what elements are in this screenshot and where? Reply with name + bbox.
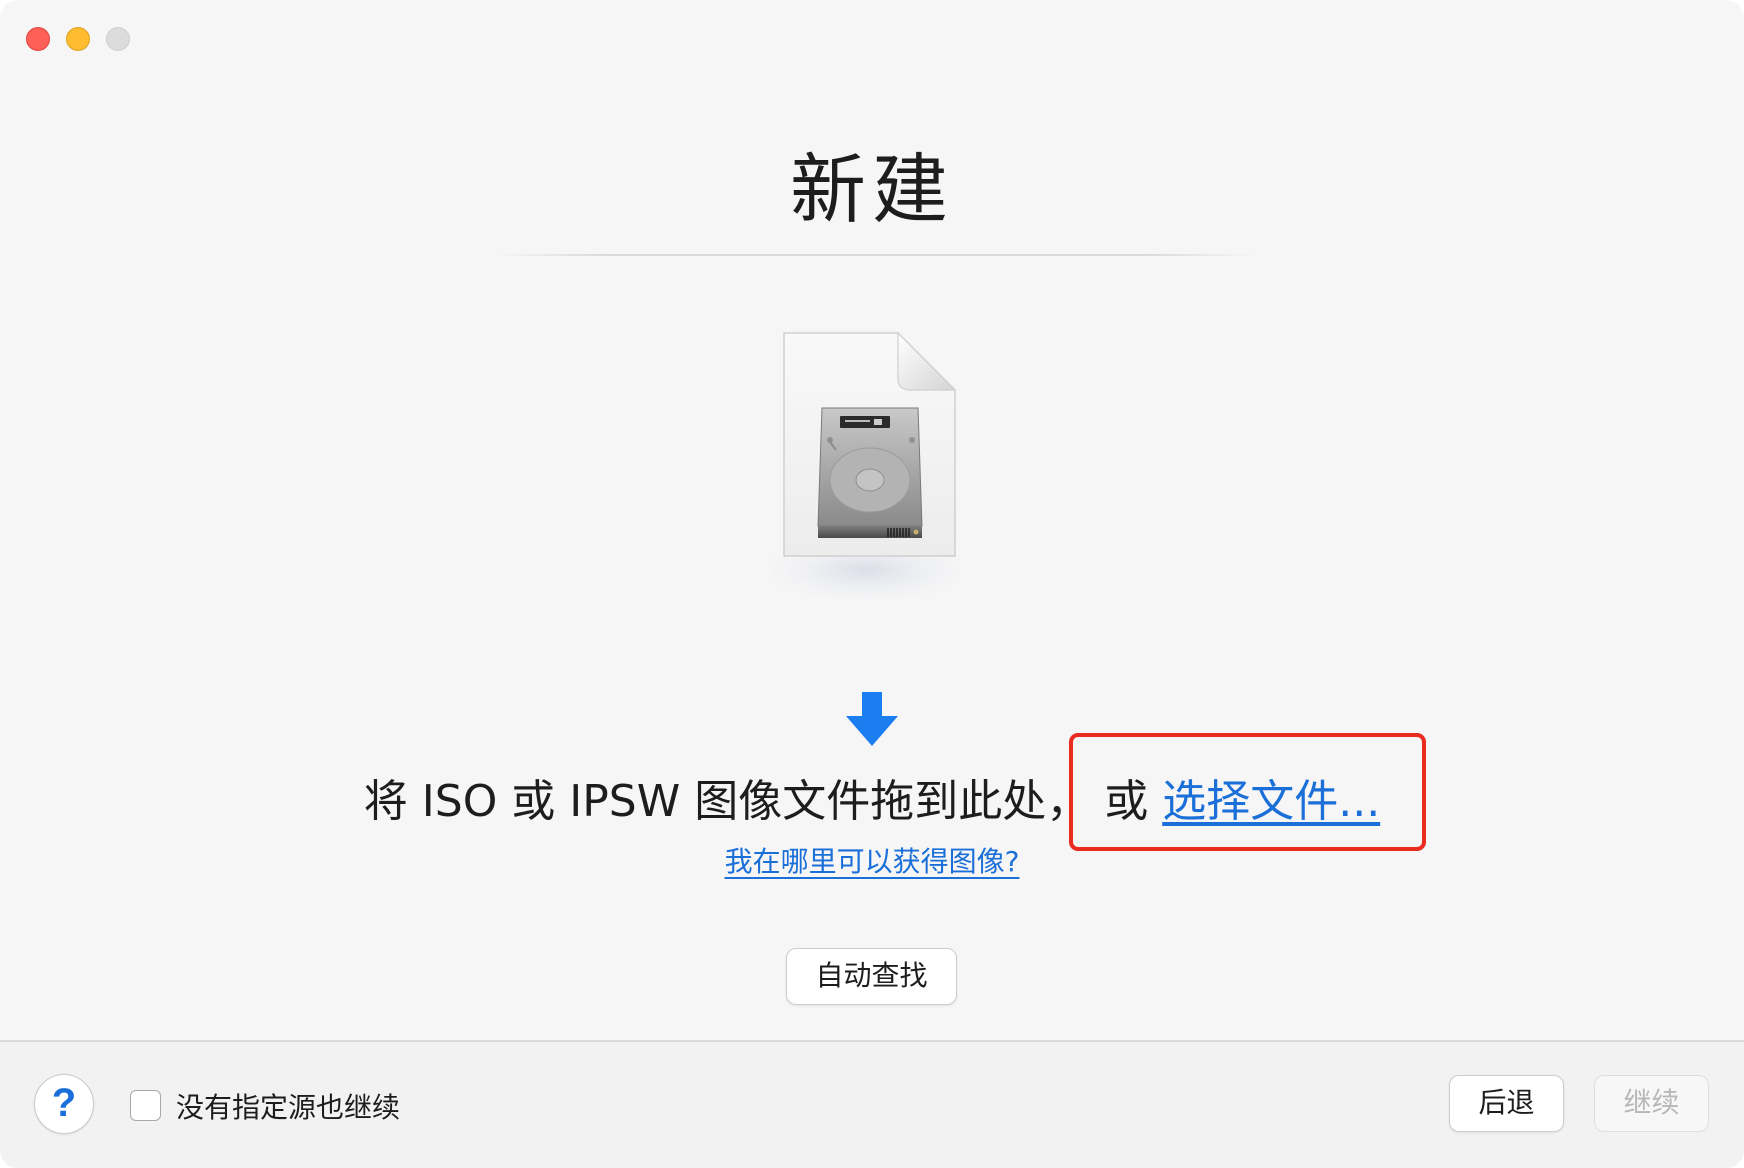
drop-instruction: 将 ISO 或 IPSW 图像文件拖到此处， 或 选择文件... [0,765,1744,829]
where-to-get-image-link-row: 我在哪里可以获得图像? [0,840,1744,880]
auto-find-button[interactable]: 自动查找 [786,948,957,1005]
continue-button: 继续 [1594,1075,1709,1132]
zoom-window-button [106,27,130,51]
title-divider [495,254,1255,256]
where-to-get-image-link[interactable]: 我在哪里可以获得图像? [725,845,1020,878]
continue-without-source-checkbox[interactable] [130,1090,161,1121]
down-arrow-icon [843,692,901,748]
page-title: 新建 [790,145,954,234]
back-button[interactable]: 后退 [1449,1075,1564,1132]
disk-image-file-icon [756,330,976,605]
help-button[interactable]: ? [34,1074,94,1134]
close-window-button[interactable] [26,27,50,51]
new-vm-window: 新建 将 ISO 或 IPSW 图像文件拖到此处， 或 选择文件... 我在哪里… [0,0,1744,1168]
drop-instruction-text: 将 ISO 或 IPSW 图像文件拖到此处， [363,776,1091,827]
continue-without-source-label[interactable]: 没有指定源也继续 [176,1086,400,1126]
highlight-annotation [1069,733,1426,851]
minimize-window-button[interactable] [66,27,90,51]
